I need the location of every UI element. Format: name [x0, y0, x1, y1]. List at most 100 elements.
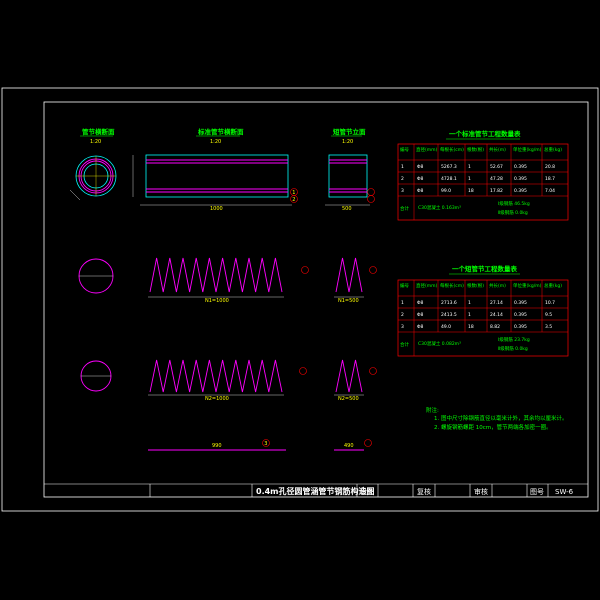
table-cell: 2 [401, 312, 404, 318]
table-cell: 0.395 [514, 188, 527, 194]
table-cell: 24.14 [490, 312, 503, 318]
table-cell: 3.5 [545, 324, 552, 330]
notes-line-2: 2. 螺旋钢筋螺距 10cm，管节两端各加密一圈。 [434, 423, 552, 431]
section-title: 管节横断面 [82, 127, 115, 136]
review-label: 复核 [417, 487, 431, 496]
table-cell: 27.14 [490, 300, 503, 306]
table-cell: Φ8 [417, 300, 424, 306]
short-title: 短管节立面 [333, 127, 366, 136]
short-pipe-elevation: 短管节立面 1:20 500 [325, 127, 370, 212]
table-cell: 18.7 [545, 176, 555, 182]
n2-short-length: N2=500 [338, 396, 359, 402]
table-cell: 8.82 [490, 324, 500, 330]
table-cell: 3 [401, 324, 404, 330]
drawing-sheet: 0.4m孔径圆管涵管节钢筋构造图 设计 复核 审核 图号 SW-6 管节横断面 … [1, 87, 599, 512]
notes: 附注: 1. 图中尺寸除钢筋直径以毫米计外，其余均以厘米计。 2. 螺旋钢筋螺距… [426, 406, 568, 431]
marker-1: 1 [292, 190, 295, 196]
spiral-rebar-n2: N2=1000 N2=500 [80, 359, 364, 402]
table-total-steel-a: Ⅰ级钢筋 46.5kg [498, 200, 530, 207]
table-cell: 5267.3 [441, 164, 457, 170]
title-block: 0.4m孔径圆管涵管节钢筋构造图 设计 复核 审核 图号 SW-6 [44, 483, 588, 497]
marker-2: 2 [292, 197, 295, 203]
rebar-markers: 1 2 3 [262, 188, 377, 447]
spiral-rebar-n1: N1=1000 N1=500 [78, 257, 364, 304]
quantity-table-short: 一个短管节工程数量表 编号 直径(mm) 每根长(cm) 根数(根) 共长(m) 单位重(… [397, 264, 569, 357]
table2-title: 一个短管节工程数量表 [452, 264, 518, 273]
n1-length: N1=1000 [205, 298, 229, 304]
standard-length: 1000 [210, 206, 223, 212]
straight-length-short: 490 [344, 443, 354, 449]
table-cell: Φ8 [417, 188, 424, 194]
table-total-steel-b: Ⅱ级钢筋 0.0kg [498, 345, 528, 352]
table-header-cell: 共长(m) [489, 146, 506, 153]
table-cell: 18 [468, 188, 474, 194]
table-header-cell: 直径(mm) [416, 146, 438, 153]
inner-border [43, 101, 589, 498]
standard-scale: 1:20 [210, 139, 221, 145]
table-total-concrete: C30混凝土 0.163m³ [418, 204, 461, 211]
table-cell: 0.395 [514, 176, 527, 182]
table-cell: 17.82 [490, 188, 503, 194]
notes-heading: 附注: [426, 406, 439, 414]
table-cell: 2713.6 [441, 300, 457, 306]
table-cell: 1 [468, 300, 471, 306]
table-header-cell: 每根长(cm) [440, 282, 464, 289]
table-cell: 9.5 [545, 312, 552, 318]
table-cell: 20.8 [545, 164, 555, 170]
table-cell: 7.04 [545, 188, 555, 194]
table-cell: 2 [401, 176, 404, 182]
table-header-cell: 编号 [400, 146, 409, 153]
straight-length-standard: 990 [212, 443, 222, 449]
table-cell: 4728.1 [441, 176, 457, 182]
table-cell: 47.28 [490, 176, 503, 182]
table-cell: Φ8 [417, 312, 424, 318]
pipe-cross-section: 管节横断面 1:20 [69, 127, 117, 201]
sheet-no-label: 图号 [530, 488, 544, 496]
table-cell: 3 [401, 188, 404, 194]
table-cell: Φ8 [417, 176, 424, 182]
table-total-label: 合计 [400, 205, 409, 212]
table-cell: 0.395 [514, 300, 527, 306]
notes-line-1: 1. 图中尺寸除钢筋直径以毫米计外，其余均以厘米计。 [434, 414, 568, 422]
table-total-concrete: C30混凝土 0.082m³ [418, 340, 461, 347]
design-label: 设计 [360, 487, 374, 496]
table-cell: 1 [468, 176, 471, 182]
table-total-steel-a: Ⅰ级钢筋 23.7kg [498, 336, 530, 343]
table-cell: 49.0 [441, 324, 451, 330]
table-header-cell: 共长(m) [489, 282, 506, 289]
table-header-cell: 根数(根) [467, 282, 484, 289]
outer-border [1, 87, 599, 512]
table-cell: 52.67 [490, 164, 503, 170]
table-cell: 18 [468, 324, 474, 330]
table-header-cell: 单位重(kg/m) [513, 146, 542, 153]
table-cell: 1 [401, 164, 404, 170]
table-cell: 1 [468, 164, 471, 170]
table-header-cell: 单位重(kg/m) [513, 282, 542, 289]
short-scale: 1:20 [342, 139, 353, 145]
drawing-title: 0.4m孔径圆管涵管节钢筋构造图 [256, 486, 375, 496]
table-cell: Φ8 [417, 164, 424, 170]
table-header-cell: 根数(根) [467, 146, 484, 153]
table-cell: 99.0 [441, 188, 451, 194]
table-cell: 0.395 [514, 164, 527, 170]
straight-rebar-n3: 990 490 [148, 443, 364, 451]
table-cell: 1 [468, 312, 471, 318]
table-cell: 2413.5 [441, 312, 457, 318]
short-length: 500 [342, 206, 352, 212]
table-cell: 10.7 [545, 300, 555, 306]
table-header-cell: 总重(kg) [544, 146, 562, 153]
table-header-cell: 编号 [400, 282, 409, 289]
table-header-cell: 总重(kg) [544, 282, 562, 289]
table-total-steel-b: Ⅱ级钢筋 0.0kg [498, 209, 528, 216]
table-cell: Φ8 [417, 324, 424, 330]
table-header-cell: 每根长(cm) [440, 146, 464, 153]
audit-label: 审核 [474, 487, 488, 496]
standard-pipe-elevation: 标准管节横断面 1:20 1000 [132, 127, 292, 212]
section-scale: 1:20 [90, 139, 101, 145]
n1-short-length: N1=500 [338, 298, 359, 304]
table-cell: 0.395 [514, 324, 527, 330]
n2-length: N2=1000 [205, 396, 229, 402]
table-header-cell: 直径(mm) [416, 282, 438, 289]
standard-title: 标准管节横断面 [197, 127, 244, 136]
table-cell: 0.395 [514, 312, 527, 318]
